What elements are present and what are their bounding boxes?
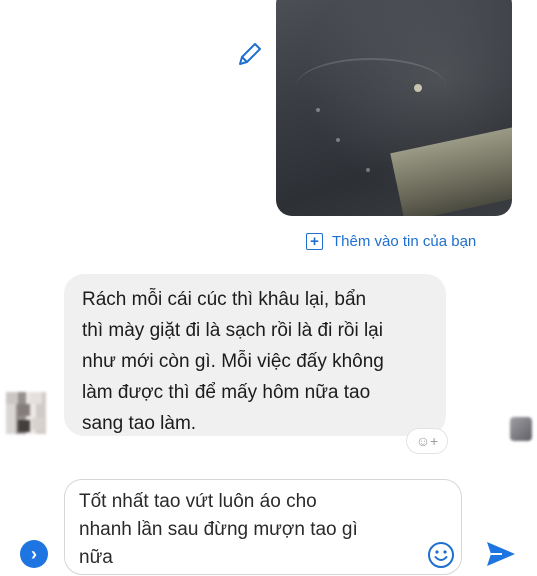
photo-detail: [414, 84, 422, 92]
photo-detail: [390, 124, 512, 216]
avatar[interactable]: [6, 392, 46, 434]
draft-line: nữa: [79, 547, 113, 568]
read-receipt-avatar: [510, 417, 532, 441]
add-to-story-button[interactable]: + Thêm vào tin của bạn: [306, 228, 476, 254]
add-reaction-button[interactable]: ☺+: [407, 429, 447, 453]
message-line: làm được thì để mấy hôm nữa tao: [82, 382, 371, 403]
message-line: như mới còn gì. Mỗi việc đấy không: [82, 351, 384, 372]
draft-line: Tốt nhất tao vứt luôn áo cho: [79, 491, 317, 512]
reaction-smiley-icon: ☺+: [415, 433, 439, 449]
photo-detail: [296, 58, 446, 115]
smiley-icon[interactable]: [426, 540, 456, 570]
chevron-right-icon[interactable]: ›: [20, 540, 48, 568]
photo-attachment[interactable]: [276, 0, 512, 216]
pencil-icon[interactable]: [234, 40, 264, 70]
send-arrow-icon[interactable]: [484, 538, 518, 570]
draft-line: nhanh lần sau đừng mượn tao gì: [79, 519, 358, 540]
message-line: Rách mỗi cái cúc thì khâu lại, bẩn: [82, 289, 367, 310]
photo-detail: [316, 108, 320, 112]
plus-square-icon: +: [306, 232, 323, 250]
message-input[interactable]: Tốt nhất tao vứt luôn áo cho nhanh lần s…: [64, 479, 462, 575]
incoming-message-bubble[interactable]: Rách mỗi cái cúc thì khâu lại, bẩn thì m…: [64, 274, 446, 436]
message-line: thì mày giặt đi là sạch rồi là đi rồi lạ…: [82, 320, 383, 341]
photo-detail: [336, 138, 340, 142]
add-to-story-label: Thêm vào tin của bạn: [332, 232, 477, 250]
message-line: sang tao làm.: [82, 413, 197, 434]
expand-glyph: ›: [31, 543, 37, 564]
photo-detail: [366, 168, 370, 172]
